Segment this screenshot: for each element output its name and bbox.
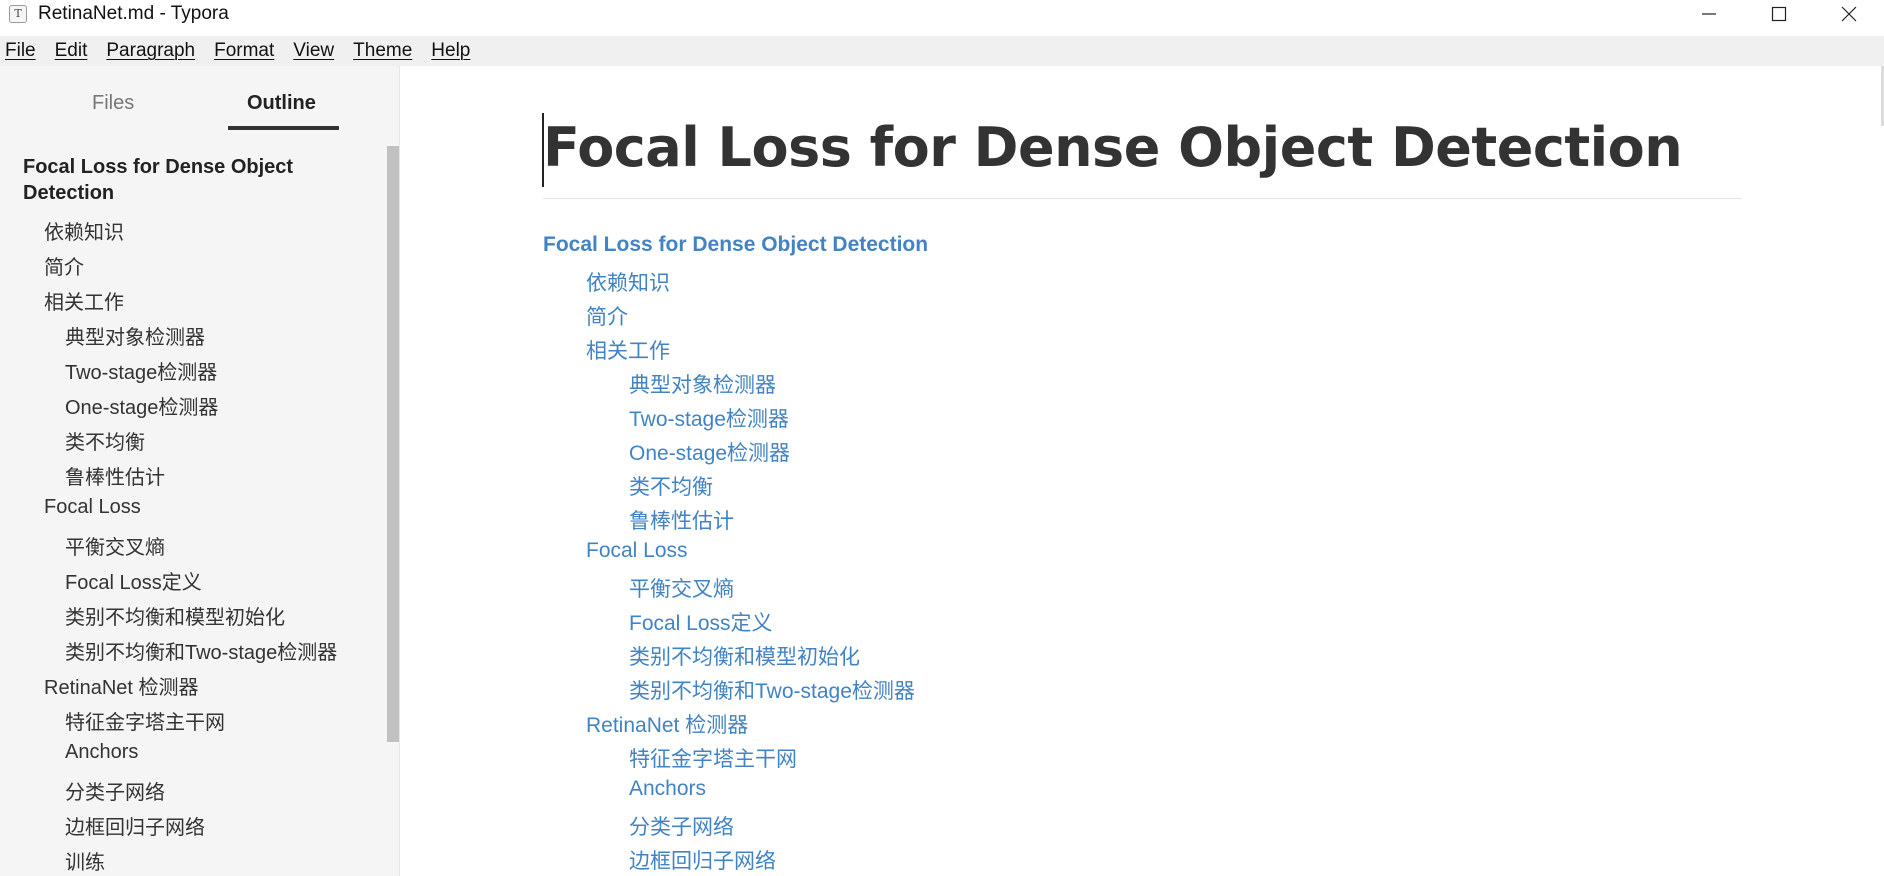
toc-link[interactable]: RetinaNet 检测器 [586, 709, 748, 739]
outline-item[interactable]: 边框回归子网络 [65, 811, 205, 840]
outline-item[interactable]: One-stage检测器 [65, 391, 218, 420]
menu-format[interactable]: Format [214, 40, 274, 62]
toc-link[interactable]: 典型对象检测器 [629, 369, 776, 399]
toc-link[interactable]: Two-stage检测器 [629, 403, 789, 433]
tab-files[interactable]: Files [92, 92, 134, 115]
toc-link[interactable]: Anchors [629, 777, 706, 801]
tab-outline[interactable]: Outline [247, 92, 316, 115]
outline-item[interactable]: 典型对象检测器 [65, 321, 205, 350]
title-divider [543, 198, 1742, 199]
toc-link[interactable]: Focal Loss [586, 539, 688, 563]
close-button[interactable] [1814, 0, 1884, 28]
close-icon [1841, 6, 1857, 22]
menu-help[interactable]: Help [431, 40, 470, 62]
outline-item[interactable]: 鲁棒性估计 [65, 461, 165, 490]
toc-link[interactable]: 特征金字塔主干网 [629, 743, 797, 773]
outline-item[interactable]: 简介 [44, 251, 84, 280]
typora-app-icon: T [9, 5, 27, 23]
toc-link[interactable]: 鲁棒性估计 [629, 505, 734, 535]
toc-link[interactable]: One-stage检测器 [629, 437, 790, 467]
minimize-icon [1702, 13, 1716, 15]
outline-item[interactable]: 特征金字塔主干网 [65, 706, 225, 735]
toc-link[interactable]: Focal Loss for Dense Object Detection [543, 233, 928, 257]
outline-item[interactable]: 类别不均衡和模型初始化 [65, 601, 285, 630]
menu-view[interactable]: View [293, 40, 334, 62]
menu-bar: File Edit Paragraph Format View Theme He… [0, 36, 1884, 66]
outline-item[interactable]: 类不均衡 [65, 426, 145, 455]
menu-edit[interactable]: Edit [55, 40, 88, 62]
active-tab-indicator [228, 126, 339, 130]
editor-pane[interactable]: Focal Loss for Dense Object Detection Fo… [401, 66, 1884, 876]
toc-link[interactable]: 类不均衡 [629, 471, 713, 501]
outline-item[interactable]: Focal Loss定义 [65, 566, 202, 595]
outline-item[interactable]: 训练 [65, 846, 105, 875]
toc-link[interactable]: 类别不均衡和Two-stage检测器 [629, 675, 915, 705]
toc-link[interactable]: Focal Loss定义 [629, 607, 773, 637]
maximize-icon [1771, 6, 1787, 22]
toc-link[interactable]: 分类子网络 [629, 811, 734, 841]
toc-link[interactable]: 相关工作 [586, 335, 670, 365]
outline-item[interactable]: RetinaNet 检测器 [44, 671, 199, 700]
sidebar-tabs: Files Outline [0, 66, 399, 134]
window-controls [1674, 0, 1884, 28]
toc-link[interactable]: 类别不均衡和模型初始化 [629, 641, 860, 671]
toc-link[interactable]: 平衡交叉熵 [629, 573, 734, 603]
outline-item[interactable]: 类别不均衡和Two-stage检测器 [65, 636, 337, 665]
outline-item[interactable]: 相关工作 [44, 286, 124, 315]
outline-scrollbar-thumb[interactable] [387, 146, 399, 742]
outline-item[interactable]: 分类子网络 [65, 776, 165, 805]
outline-item[interactable]: Focal Loss for Dense Object Detection [23, 154, 323, 206]
window-title: RetinaNet.md - Typora [38, 3, 229, 24]
outline-item[interactable]: 平衡交叉熵 [65, 531, 165, 560]
outline-item[interactable]: Two-stage检测器 [65, 356, 217, 385]
menu-paragraph[interactable]: Paragraph [106, 40, 195, 62]
menu-theme[interactable]: Theme [353, 40, 412, 62]
document-title[interactable]: Focal Loss for Dense Object Detection [543, 116, 1683, 179]
toc-link[interactable]: 简介 [586, 301, 628, 331]
menu-file[interactable]: File [5, 40, 36, 62]
toc-link[interactable]: 边框回归子网络 [629, 845, 776, 875]
sidebar: Files Outline Focal Loss for Dense Objec… [0, 66, 400, 876]
maximize-button[interactable] [1744, 0, 1814, 28]
outline-item[interactable]: 依赖知识 [44, 216, 124, 245]
outline-item[interactable]: Focal Loss [44, 496, 141, 519]
minimize-button[interactable] [1674, 0, 1744, 28]
title-bar: T RetinaNet.md - Typora [0, 0, 1884, 28]
outline-item[interactable]: Anchors [65, 741, 138, 764]
toc-link[interactable]: 依赖知识 [586, 267, 670, 297]
